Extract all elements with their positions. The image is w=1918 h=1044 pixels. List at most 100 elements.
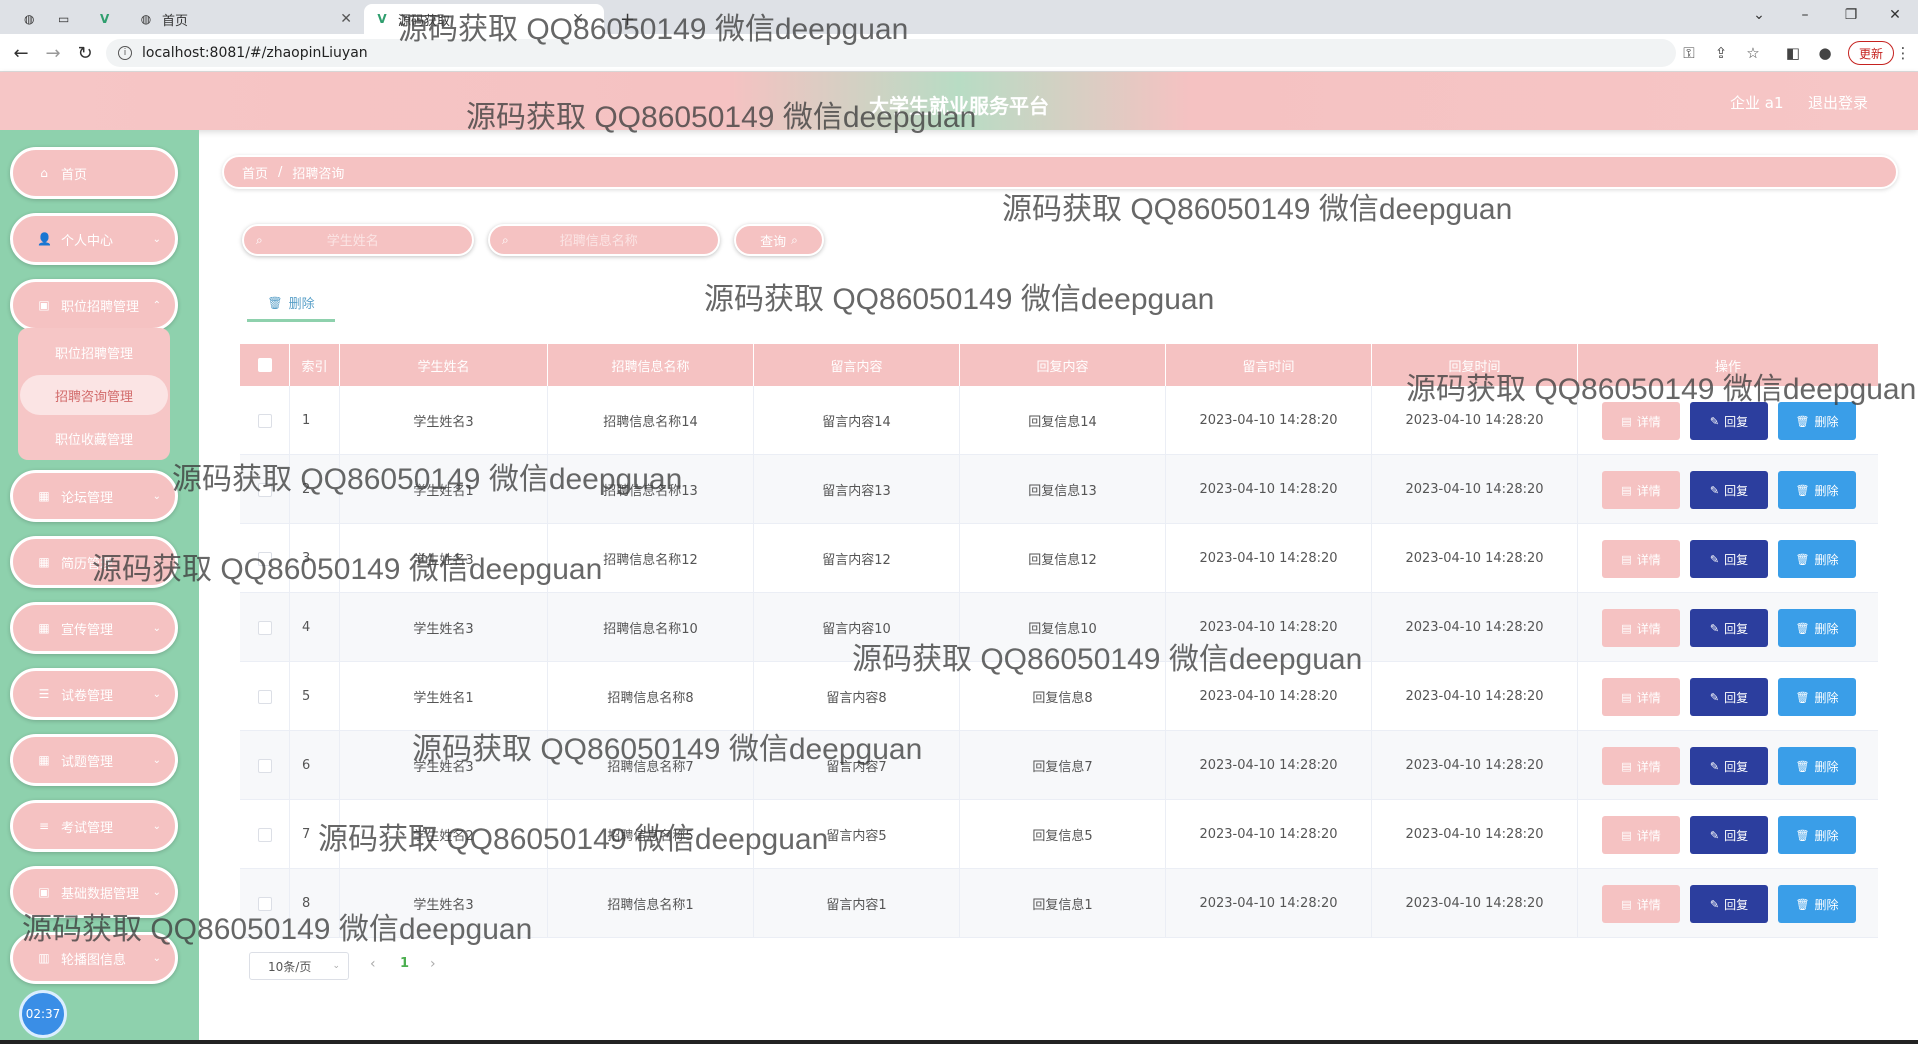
new-tab-button[interactable]: +: [610, 4, 640, 34]
job-name-input[interactable]: [508, 232, 689, 248]
detail-button[interactable]: ▤ 详情: [1602, 747, 1680, 785]
table-row: 2 学生姓名1 招聘信息名称13 留言内容13 回复信息13 2023-04-10 14:…: [240, 455, 1878, 524]
message-cell: 留言内容1: [754, 869, 960, 938]
minimize-button[interactable]: –: [1782, 0, 1828, 30]
reload-icon[interactable]: ↻: [72, 40, 98, 66]
app-header: 大学生就业服务平台 企业 a1 退出登录: [0, 72, 1918, 130]
tab-label: 首页: [162, 13, 189, 29]
back-icon[interactable]: ←: [8, 40, 34, 66]
breadcrumb-home[interactable]: 首页: [242, 163, 268, 182]
close-tab-icon[interactable]: ✕: [340, 11, 352, 27]
edit-icon: ✎: [1709, 483, 1720, 497]
detail-button-label: 详情: [1636, 897, 1661, 912]
share-icon[interactable]: ⇪: [1710, 42, 1732, 64]
browser-tab-active[interactable]: V 源码获取 ✕: [364, 4, 604, 34]
menu-icon[interactable]: ⋮: [1892, 42, 1914, 64]
row-checkbox[interactable]: [257, 827, 272, 842]
delete-button[interactable]: 🗑 删除: [1778, 609, 1856, 647]
reply-button[interactable]: ✎ 回复: [1690, 678, 1768, 716]
sidebar-item-home[interactable]: ⌂ 首页: [10, 147, 178, 199]
delete-button[interactable]: 🗑 删除: [1778, 402, 1856, 440]
index-cell: 5: [290, 662, 340, 731]
browser-tab[interactable]: V: [90, 4, 124, 34]
url-field[interactable]: i localhost:8081/#/zhaopinLiuyan: [106, 39, 1676, 67]
forward-icon[interactable]: →: [40, 40, 66, 66]
submenu-item-consult-manage[interactable]: 招聘咨询管理: [20, 375, 168, 415]
index-cell: 1: [290, 386, 340, 455]
delete-button[interactable]: 🗑 删除: [1778, 747, 1856, 785]
sidebar-item-personal[interactable]: 👤 个人中心 ⌄: [10, 213, 178, 265]
current-user: 企业 a1: [1730, 94, 1784, 112]
profile-icon[interactable]: ●: [1814, 42, 1836, 64]
table-row: 5 学生姓名1 招聘信息名称8 留言内容8 回复信息8 2023-04-10 14:28:…: [240, 662, 1878, 731]
row-checkbox[interactable]: [257, 482, 272, 497]
sidebar-item-resume[interactable]: ▦ 简历管理 ⌄: [10, 536, 178, 588]
row-checkbox[interactable]: [257, 896, 272, 911]
close-window-button[interactable]: ✕: [1872, 0, 1918, 30]
page-size-select[interactable]: 10条/页 ⌄: [249, 952, 349, 980]
row-checkbox[interactable]: [257, 758, 272, 773]
key-icon[interactable]: ⚿: [1678, 42, 1700, 64]
browser-tab-home[interactable]: ◍ 首页 ✕: [128, 4, 360, 34]
reply-button[interactable]: ✎ 回复: [1690, 816, 1768, 854]
sidebar-item-exams[interactable]: ≡ 考试管理 ⌄: [10, 800, 178, 852]
delete-button[interactable]: 🗑 删除: [1778, 471, 1856, 509]
sidebar-item-papers[interactable]: ☰ 试卷管理 ⌄: [10, 668, 178, 720]
current-page[interactable]: 1: [400, 956, 409, 971]
sidebar-item-basic-data[interactable]: ▣ 基础数据管理 ⌄: [10, 866, 178, 918]
student-name-cell: 学生姓名3: [340, 386, 548, 455]
update-button[interactable]: 更新: [1848, 41, 1895, 65]
detail-button[interactable]: ▤ 详情: [1602, 885, 1680, 923]
star-icon[interactable]: ☆: [1742, 42, 1764, 64]
detail-button[interactable]: ▤ 详情: [1602, 402, 1680, 440]
sidebar-item-job-recruitment[interactable]: ▣ 职位招聘管理 ⌃: [10, 279, 178, 331]
restore-button[interactable]: ❐: [1828, 0, 1874, 30]
detail-button[interactable]: ▤ 详情: [1602, 816, 1680, 854]
detail-button[interactable]: ▤ 详情: [1602, 540, 1680, 578]
submenu-item-favorite-manage[interactable]: 职位收藏管理: [20, 418, 168, 458]
delete-button[interactable]: 🗑 删除: [1778, 816, 1856, 854]
reply-button[interactable]: ✎ 回复: [1690, 540, 1768, 578]
tab-search-icon[interactable]: ⌄: [1736, 0, 1782, 30]
detail-button-label: 详情: [1636, 690, 1661, 705]
browser-tab[interactable]: ▭: [48, 4, 78, 34]
delete-button[interactable]: 🗑 删除: [1778, 678, 1856, 716]
briefcase-icon: ▣: [38, 885, 50, 899]
reply-button[interactable]: ✎ 回复: [1690, 747, 1768, 785]
detail-button[interactable]: ▤ 详情: [1602, 471, 1680, 509]
delete-button[interactable]: 🗑 删除: [1778, 540, 1856, 578]
reply-cell: 回复信息14: [960, 386, 1166, 455]
student-name-input[interactable]: [262, 232, 443, 248]
query-button[interactable]: 查询 ⌕: [734, 224, 824, 256]
sidepanel-icon[interactable]: ◧: [1782, 42, 1804, 64]
next-page-icon[interactable]: ›: [430, 956, 436, 972]
browser-tab[interactable]: ◍: [14, 4, 44, 34]
delete-button[interactable]: 🗑 删除: [1778, 885, 1856, 923]
row-checkbox[interactable]: [257, 551, 272, 566]
detail-button[interactable]: ▤ 详情: [1602, 609, 1680, 647]
chevron-down-icon: ⌄: [152, 688, 161, 700]
edit-icon: ✎: [1709, 621, 1720, 635]
submenu-item-job-manage[interactable]: 职位招聘管理: [20, 332, 168, 372]
reply-button[interactable]: ✎ 回复: [1690, 471, 1768, 509]
row-checkbox[interactable]: [257, 620, 272, 635]
sidebar-item-carousel[interactable]: ▥ 轮播图信息 ⌄: [10, 932, 178, 984]
select-all-checkbox[interactable]: [257, 358, 272, 372]
reply-button[interactable]: ✎ 回复: [1690, 885, 1768, 923]
reply-button[interactable]: ✎ 回复: [1690, 609, 1768, 647]
detail-button[interactable]: ▤ 详情: [1602, 678, 1680, 716]
sidebar-item-forum[interactable]: ▦ 论坛管理 ⌄: [10, 470, 178, 522]
sidebar-item-questions[interactable]: ▦ 试题管理 ⌄: [10, 734, 178, 786]
job-name-cell: 招聘信息名称10: [548, 593, 754, 662]
close-tab-icon[interactable]: ✕: [572, 11, 584, 27]
logout-link[interactable]: 退出登录: [1808, 92, 1868, 113]
prev-page-icon[interactable]: ‹: [370, 956, 376, 972]
sidebar-item-promotion[interactable]: ▦ 宣传管理 ⌄: [10, 602, 178, 654]
reply-button[interactable]: ✎ 回复: [1690, 402, 1768, 440]
row-checkbox[interactable]: [257, 413, 272, 428]
batch-delete-button[interactable]: 🗑 删除: [247, 286, 335, 322]
student-name-cell: 学生姓名3: [340, 524, 548, 593]
row-checkbox[interactable]: [257, 689, 272, 704]
table-row: 7 学生姓名2 招聘信息名称5 留言内容5 回复信息5 2023-04-10 14:28:…: [240, 800, 1878, 869]
index-cell: 6: [290, 731, 340, 800]
